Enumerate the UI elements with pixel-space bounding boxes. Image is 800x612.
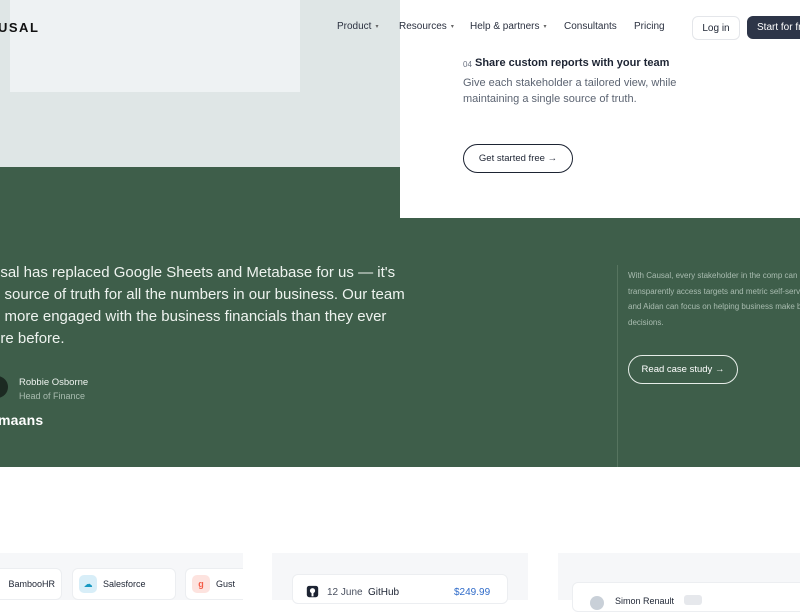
site-header: USAL Product ▾ Resources ▾ Help & partne… [0, 0, 800, 56]
integration-chip-gusto[interactable]: g Gust [185, 568, 243, 600]
company-logo: maans [0, 412, 44, 428]
integration-chip-salesforce[interactable]: ☁ Salesforce [72, 568, 176, 600]
start-free-button[interactable]: Start for fre [747, 16, 800, 39]
chevron-down-icon: ▾ [375, 24, 379, 30]
quote-line: e more engaged with the business financi… [0, 308, 387, 325]
feature-number: 04 [463, 60, 472, 69]
site-logo[interactable]: USAL [0, 20, 39, 35]
chevron-down-icon: ▾ [543, 24, 547, 30]
author-role: Head of Finance [19, 391, 86, 401]
case-study-summary: With Causal, every stakeholder in the co… [628, 271, 800, 327]
gusto-icon: g [192, 575, 210, 593]
nav-product[interactable]: Product ▾ [337, 21, 378, 32]
nav-resources[interactable]: Resources ▾ [399, 21, 454, 32]
integration-chip-bamboohr[interactable]: BambooHR [0, 568, 62, 600]
vertical-divider [617, 265, 618, 467]
nav-pricing[interactable]: Pricing [634, 21, 665, 32]
person-tag [684, 595, 702, 605]
nav-consultants[interactable]: Consultants [564, 21, 617, 32]
github-icon [306, 585, 319, 598]
quote-line: e source of truth for all the numbers in… [0, 286, 405, 303]
transaction-amount: $249.99 [454, 587, 491, 598]
nav-resources-label: Resources [399, 21, 447, 32]
integration-label: Gust [216, 579, 236, 589]
quote-line: usal has replaced Google Sheets and Meta… [0, 264, 396, 281]
nav-help-partners-label: Help & partners [470, 21, 540, 32]
avatar [590, 596, 604, 610]
transaction-date: 12 June [327, 587, 363, 598]
feature-description: Give each stakeholder a tailored view, w… [463, 77, 677, 105]
login-button[interactable]: Log in [692, 16, 740, 40]
salesforce-icon: ☁ [79, 575, 97, 593]
nav-pricing-label: Pricing [634, 21, 665, 32]
integration-label: Salesforce [103, 579, 146, 589]
author-name: Robbie Osborne [19, 377, 89, 388]
nav-help-partners[interactable]: Help & partners ▾ [470, 21, 547, 32]
nav-product-label: Product [337, 21, 372, 32]
chevron-down-icon: ▾ [450, 24, 454, 30]
get-started-button[interactable]: Get started free → [463, 144, 573, 173]
testimonial-quote: usal has replaced Google Sheets and Meta… [0, 262, 432, 350]
read-case-study-button[interactable]: Read case study → [628, 355, 738, 384]
integration-label: BambooHR [8, 579, 55, 589]
quote-line: ere before. [0, 330, 65, 347]
person-name: Simon Renault [615, 596, 675, 606]
transaction-name: GitHub [368, 587, 400, 598]
feature-title: Share custom reports with your team [475, 57, 670, 69]
nav-consultants-label: Consultants [564, 21, 617, 32]
